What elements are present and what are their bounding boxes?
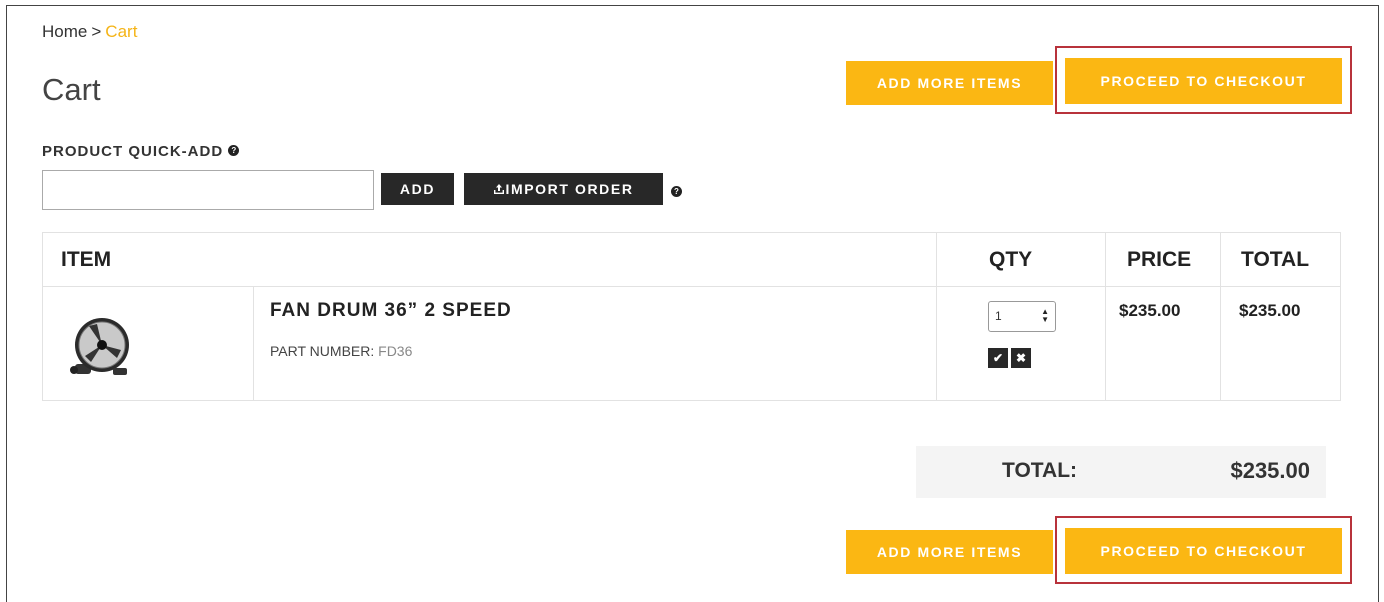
order-total-label: TOTAL: <box>1002 459 1078 482</box>
quick-add-label: PRODUCT QUICK-ADD ? <box>42 143 240 160</box>
column-header-item: ITEM <box>61 248 112 271</box>
quick-add-input[interactable] <box>42 170 374 210</box>
column-divider <box>936 233 937 400</box>
proceed-to-checkout-button-top[interactable]: PROCEED TO CHECKOUT <box>1065 58 1342 104</box>
question-circle-icon[interactable]: ? <box>228 145 240 156</box>
update-quantity-button[interactable]: ✔ <box>988 348 1008 368</box>
spinner-arrows-icon[interactable]: ▲ ▼ <box>1041 308 1049 324</box>
cart-table: ITEM QTY PRICE TOTAL FAN DRUM 36” 2 SPEE… <box>42 232 1341 401</box>
order-total-box: TOTAL: $235.00 <box>916 446 1326 498</box>
close-icon: ✖ <box>1015 351 1027 365</box>
product-thumbnail[interactable] <box>69 312 133 382</box>
import-order-label: IMPORT ORDER <box>505 181 634 197</box>
item-price: $235.00 <box>1119 301 1181 320</box>
add-more-items-button-top[interactable]: ADD MORE ITEMS <box>846 61 1053 105</box>
breadcrumb-separator: > <box>91 22 102 41</box>
column-divider <box>253 287 254 400</box>
add-more-items-button-bottom[interactable]: ADD MORE ITEMS <box>846 530 1053 574</box>
order-total-value: $235.00 <box>1230 458 1310 483</box>
column-header-qty: QTY <box>989 248 1033 271</box>
table-header-divider <box>43 286 1340 287</box>
column-header-price: PRICE <box>1127 248 1192 271</box>
column-divider <box>1105 233 1106 400</box>
import-order-button[interactable]: IMPORT ORDER <box>464 173 663 205</box>
page-title: Cart <box>42 72 101 107</box>
upload-icon <box>493 173 505 205</box>
item-total: $235.00 <box>1239 301 1301 320</box>
import-help-icon[interactable]: ? <box>671 186 682 197</box>
quantity-value: 1 <box>995 309 1002 323</box>
drum-fan-image <box>70 318 129 375</box>
quantity-stepper[interactable]: 1 ▲ ▼ <box>988 301 1056 332</box>
remove-item-button[interactable]: ✖ <box>1011 348 1031 368</box>
part-number-label: PART NUMBER: <box>270 343 375 359</box>
check-icon: ✔ <box>992 351 1004 365</box>
part-number: PART NUMBER: FD36 <box>270 343 412 359</box>
product-name[interactable]: FAN DRUM 36” 2 SPEED <box>270 300 512 322</box>
breadcrumb-home-link[interactable]: Home <box>42 22 87 41</box>
quick-add-label-text: PRODUCT QUICK-ADD <box>42 143 224 160</box>
add-button[interactable]: ADD <box>381 173 454 205</box>
column-header-total: TOTAL <box>1241 248 1310 271</box>
proceed-to-checkout-button-bottom[interactable]: PROCEED TO CHECKOUT <box>1065 528 1342 574</box>
column-divider <box>1220 233 1221 400</box>
breadcrumb: Home > Cart <box>42 22 137 42</box>
part-number-value: FD36 <box>378 343 413 359</box>
breadcrumb-current[interactable]: Cart <box>105 22 137 41</box>
